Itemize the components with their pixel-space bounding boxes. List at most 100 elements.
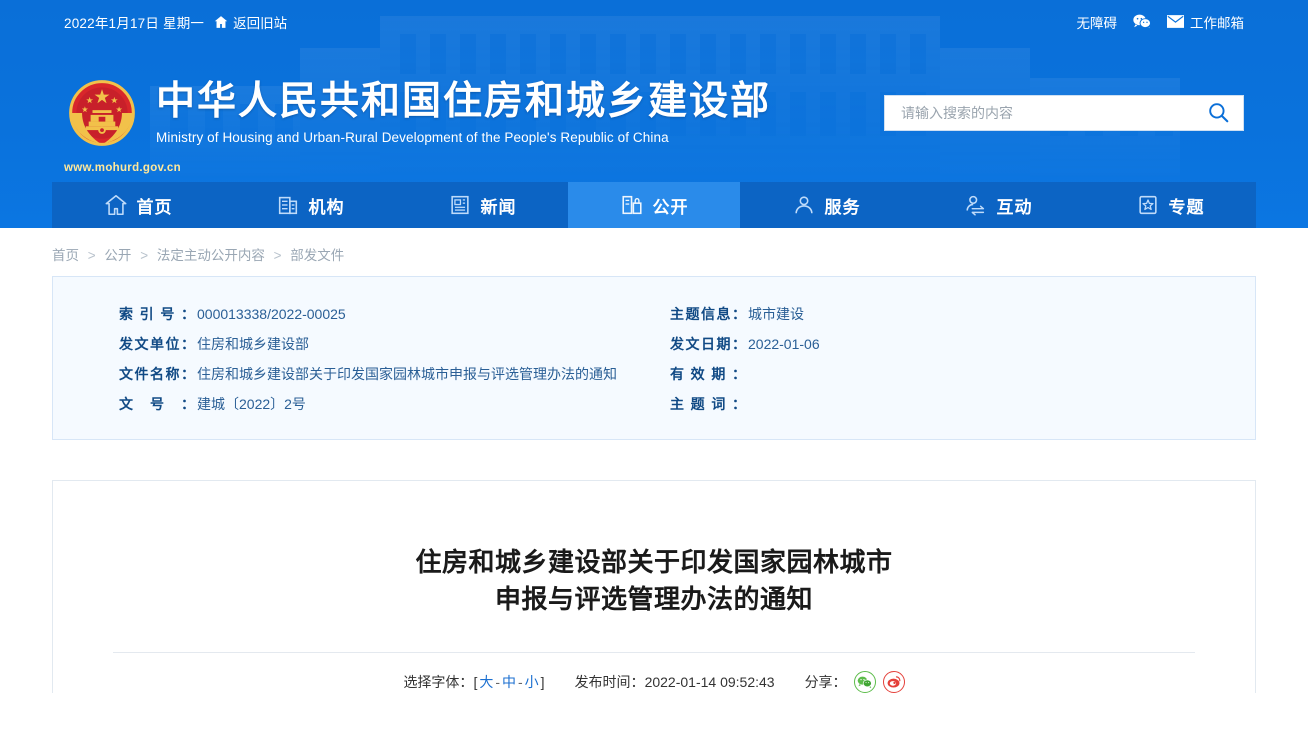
nav-item-topic[interactable]: 专题 xyxy=(1084,182,1256,228)
wechat-share-icon[interactable] xyxy=(853,671,876,694)
meta-value: 2022-01-06 xyxy=(748,336,820,352)
topbar-right-group: 无障碍 工作邮箱 xyxy=(1077,12,1244,32)
breadcrumb-separator: > xyxy=(140,248,149,263)
news-icon xyxy=(448,193,472,217)
site-title-en: Ministry of Housing and Urban-Rural Deve… xyxy=(156,129,669,145)
article-card: 住房和城乡建设部关于印发国家园林城市 申报与评选管理办法的通知 选择字体：[大 -… xyxy=(52,480,1256,694)
nav-item-organization[interactable]: 机构 xyxy=(224,182,396,228)
meta-value: 住房和城乡建设部关于印发国家园林城市申报与评选管理办法的通知 xyxy=(197,366,617,382)
site-header: 2022年1月17日 星期一 返回旧站 无障碍 工作邮箱 中华人民共和国住房和城… xyxy=(0,0,1308,228)
meta-row-issue-date: 发文日期 2022-01-06 xyxy=(670,329,1207,359)
meta-label: 索引号 xyxy=(119,299,195,329)
site-title-cn: 中华人民共和国住房和城乡建设部 xyxy=(156,80,772,124)
meta-label: 有效期 xyxy=(670,359,746,389)
current-date: 2022年1月17日 星期一 xyxy=(64,15,205,31)
breadcrumb-item-home[interactable]: 首页 xyxy=(52,248,79,263)
nav-label: 首页 xyxy=(136,197,173,217)
breadcrumb-separator: > xyxy=(87,248,96,263)
topbar-left-group: 2022年1月17日 星期一 返回旧站 xyxy=(64,12,287,32)
nav-item-home[interactable]: 首页 xyxy=(52,182,224,228)
meta-value: 住房和城乡建设部 xyxy=(197,336,309,352)
font-size-medium-button[interactable]: 中 xyxy=(500,674,518,690)
nav-item-service[interactable]: 服务 xyxy=(740,182,912,228)
home-icon xyxy=(104,193,128,217)
font-size-dash: - xyxy=(518,674,523,691)
meta-label: 主题信息 xyxy=(670,299,746,329)
font-size-large-button[interactable]: 大 xyxy=(477,674,495,690)
mail-icon xyxy=(1167,15,1184,28)
building-icon xyxy=(276,193,300,217)
meta-row-topic-info: 主题信息 城市建设 xyxy=(670,299,1207,329)
meta-row-document-number: 文号 建城〔2022〕2号 xyxy=(119,389,606,419)
article-toolbar: 选择字体：[大 - 中 - 小] 发布时间：2022-01-14 09:52:43 分享… xyxy=(113,652,1195,694)
accessibility-link[interactable]: 无障碍 xyxy=(1077,12,1118,32)
person-service-icon xyxy=(792,193,816,217)
wechat-icon xyxy=(1133,14,1152,30)
national-emblem-icon xyxy=(64,75,140,151)
top-utility-bar: 2022年1月17日 星期一 返回旧站 无障碍 工作邮箱 xyxy=(0,0,1308,43)
wechat-link[interactable] xyxy=(1133,14,1152,30)
meta-row-issuing-unit: 发文单位 住房和城乡建设部 xyxy=(119,329,606,359)
old-site-link-label: 返回旧站 xyxy=(233,15,288,31)
share-group: 分享： xyxy=(804,671,905,694)
star-topic-icon xyxy=(1136,193,1160,217)
meta-value xyxy=(746,359,748,389)
meta-value: 000013338/2022-00025 xyxy=(197,306,346,322)
search-button[interactable] xyxy=(1203,98,1233,128)
meta-label: 发文日期 xyxy=(670,329,746,359)
meta-value: 建城〔2022〕2号 xyxy=(197,396,306,412)
work-mail-link[interactable]: 工作邮箱 xyxy=(1167,12,1244,32)
home-icon xyxy=(214,15,228,29)
nav-label: 机构 xyxy=(308,197,345,217)
breadcrumb: 首页 > 公开 > 法定主动公开内容 > 部发文件 xyxy=(0,228,1308,274)
meta-value xyxy=(746,389,748,419)
publish-time-value: 2022-01-14 09:52:43 xyxy=(644,674,775,691)
site-url: www.mohurd.gov.cn xyxy=(64,162,181,174)
page-content: 首页 > 公开 > 法定主动公开内容 > 部发文件 索引号 000013338/… xyxy=(0,228,1308,694)
search-icon xyxy=(1208,102,1229,123)
publish-time-label: 发布时间： xyxy=(574,674,645,691)
font-size-label: 选择字体： xyxy=(403,674,474,691)
main-navigation: 首页 机构 新闻 公开 服务 互动 专题 xyxy=(52,182,1256,228)
work-mail-label: 工作邮箱 xyxy=(1190,15,1244,31)
nav-label: 服务 xyxy=(824,197,861,217)
nav-label: 公开 xyxy=(652,197,689,217)
weibo-share-icon[interactable] xyxy=(882,671,905,694)
nav-item-news[interactable]: 新闻 xyxy=(396,182,568,228)
article-title-line-1: 住房和城乡建设部关于印发国家园林城市 xyxy=(415,547,893,578)
meta-label: 发文单位 xyxy=(119,329,195,359)
meta-row-index-number: 索引号 000013338/2022-00025 xyxy=(119,299,606,329)
meta-row-document-name: 文件名称 住房和城乡建设部关于印发国家园林城市申报与评选管理办法的通知 xyxy=(119,359,617,389)
nav-label: 专题 xyxy=(1168,197,1205,217)
search-box[interactable] xyxy=(884,94,1244,131)
meta-value: 城市建设 xyxy=(748,306,804,322)
nav-label: 互动 xyxy=(996,197,1033,217)
brand-text: 中华人民共和国住房和城乡建设部 Ministry of Housing and … xyxy=(156,80,771,145)
breadcrumb-item-statutory-disclosure[interactable]: 法定主动公开内容 xyxy=(157,248,265,263)
document-meta-card: 索引号 000013338/2022-00025 发文单位 住房和城乡建设部 文… xyxy=(52,276,1256,440)
nav-item-interaction[interactable]: 互动 xyxy=(912,182,1084,228)
page-title: 住房和城乡建设部关于印发国家园林城市 申报与评选管理办法的通知 xyxy=(113,544,1195,618)
breadcrumb-item-open[interactable]: 公开 xyxy=(104,248,131,263)
publish-time-group: 发布时间：2022-01-14 09:52:43 xyxy=(575,672,775,692)
nav-label: 新闻 xyxy=(480,197,517,217)
font-size-small-button[interactable]: 小 xyxy=(523,674,541,690)
share-label: 分享： xyxy=(804,674,847,691)
old-site-link[interactable]: 返回旧站 xyxy=(214,12,287,32)
brand-row: 中华人民共和国住房和城乡建设部 Ministry of Housing and … xyxy=(0,43,1308,182)
meta-row-valid-period: 有效期 xyxy=(670,359,1207,389)
document-meta-left-column: 索引号 000013338/2022-00025 发文单位 住房和城乡建设部 文… xyxy=(53,299,654,419)
meta-label: 文件名称 xyxy=(119,359,195,389)
open-document-icon xyxy=(620,193,644,217)
meta-label: 文号 xyxy=(119,389,195,419)
search-input[interactable] xyxy=(899,103,1203,122)
document-meta-right-column: 主题信息 城市建设 发文日期 2022-01-06 有效期 主题词 xyxy=(654,299,1255,419)
breadcrumb-separator: > xyxy=(273,248,282,263)
nav-item-open[interactable]: 公开 xyxy=(568,182,740,228)
bracket-close: ] xyxy=(540,674,545,691)
meta-label: 主题词 xyxy=(670,389,746,419)
meta-row-keywords: 主题词 xyxy=(670,389,1207,419)
breadcrumb-item-ministry-documents[interactable]: 部发文件 xyxy=(290,248,344,263)
font-size-selector: 选择字体：[大 - 中 - 小] xyxy=(403,672,544,692)
article-title-line-2: 申报与评选管理办法的通知 xyxy=(494,584,813,615)
